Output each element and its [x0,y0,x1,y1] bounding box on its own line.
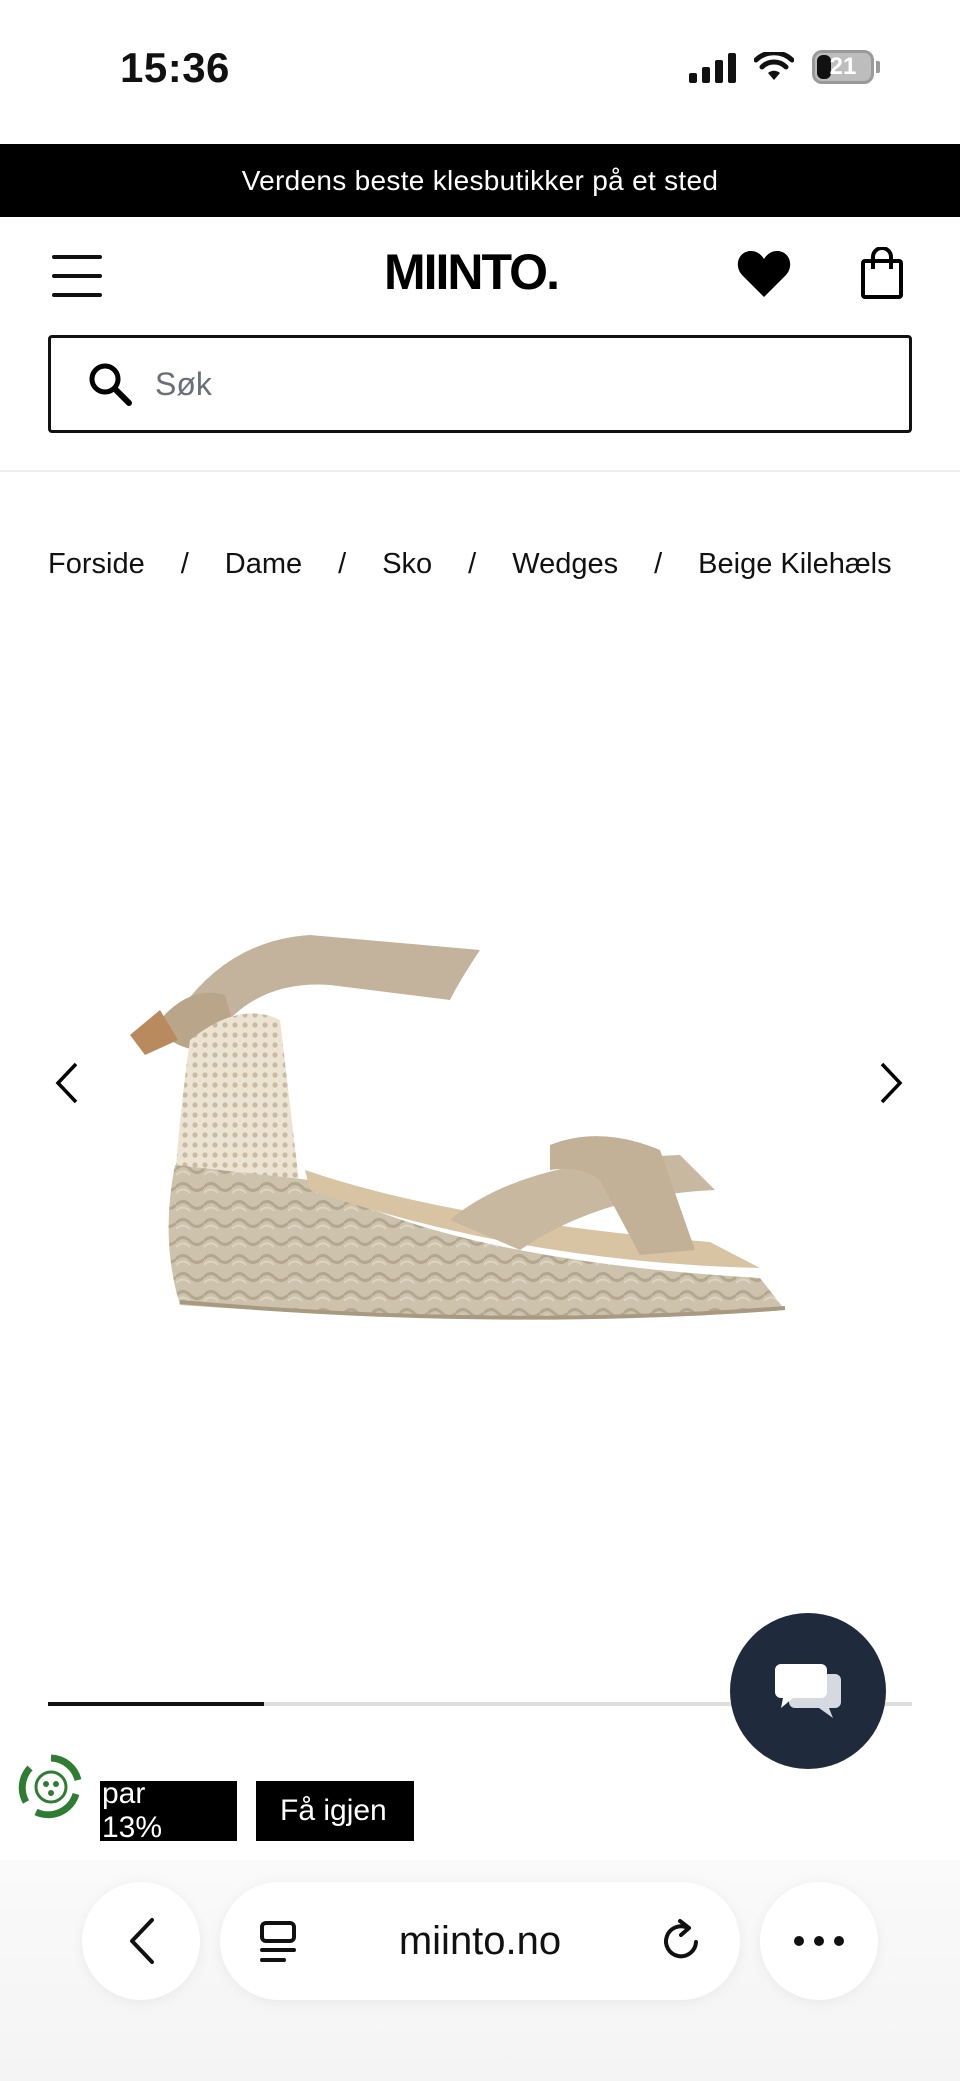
bag-icon [861,246,903,299]
chevron-left-icon [130,1918,154,1964]
battery-level-text: 21 [829,53,857,80]
wifi-icon [754,52,794,82]
gallery-prev-button[interactable] [52,1060,82,1111]
chevron-left-icon [55,1062,78,1104]
chat-icon [775,1664,841,1718]
browser-back-button[interactable] [82,1882,200,2000]
browser-toolbar: miinto.no [0,1860,960,2081]
promo-text: Verdens beste klesbutikker på et sted [241,164,719,196]
chat-button[interactable] [730,1613,886,1769]
tabs-icon[interactable] [258,1920,298,1969]
gallery-next-button[interactable] [876,1060,906,1111]
status-bar: 15:36 21 [0,0,960,144]
discount-tag: par 13% [100,1781,237,1841]
breadcrumb-separator: / [654,548,663,580]
status-icons: 21 [689,50,880,84]
breadcrumb-item[interactable]: Wedges [512,548,618,581]
cashback-tag-text: Få igjen [280,1794,387,1827]
heart-icon [737,250,791,297]
chevron-right-icon [880,1062,903,1104]
eco-icon [18,1754,82,1819]
menu-icon [52,255,102,259]
status-time: 15:36 [120,44,230,91]
product-image [130,935,786,1320]
discount-tag-text: par 13% [102,1781,163,1841]
more-icon [794,1936,844,1946]
search-icon [87,361,133,407]
address-bar[interactable]: miinto.no [220,1882,740,2000]
breadcrumb-separator: / [180,548,189,580]
search-bar[interactable] [48,335,912,433]
search-input[interactable] [155,365,835,403]
product-gallery[interactable] [0,640,960,1640]
breadcrumb-item[interactable]: Forside [48,548,145,581]
promo-banner: Verdens beste klesbutikker på et sted [0,144,960,217]
eco-badge[interactable] [16,1752,86,1822]
battery-indicator: 21 [812,50,880,84]
reload-icon[interactable] [660,1918,704,1969]
cashback-tag: Få igjen [256,1781,414,1841]
url-text[interactable]: miinto.no [399,1919,561,1964]
breadcrumb-current[interactable]: Beige Kilehæls [698,548,891,581]
browser-more-button[interactable] [760,1882,878,2000]
breadcrumb: Forside / Dame / Sko / Wedges / Beige Ki… [48,548,960,581]
wishlist-button[interactable] [736,249,792,304]
cart-button[interactable] [860,246,904,304]
header-divider [0,470,960,472]
menu-button[interactable] [52,255,102,297]
signal-icon [689,51,736,83]
breadcrumb-separator: / [468,548,477,580]
site-logo[interactable]: MIINTO. [384,243,560,301]
breadcrumb-separator: / [338,548,347,580]
gallery-progress-fill [48,1702,264,1706]
breadcrumb-item[interactable]: Sko [382,548,432,581]
breadcrumb-item[interactable]: Dame [225,548,302,581]
site-header: MIINTO. [0,217,960,333]
